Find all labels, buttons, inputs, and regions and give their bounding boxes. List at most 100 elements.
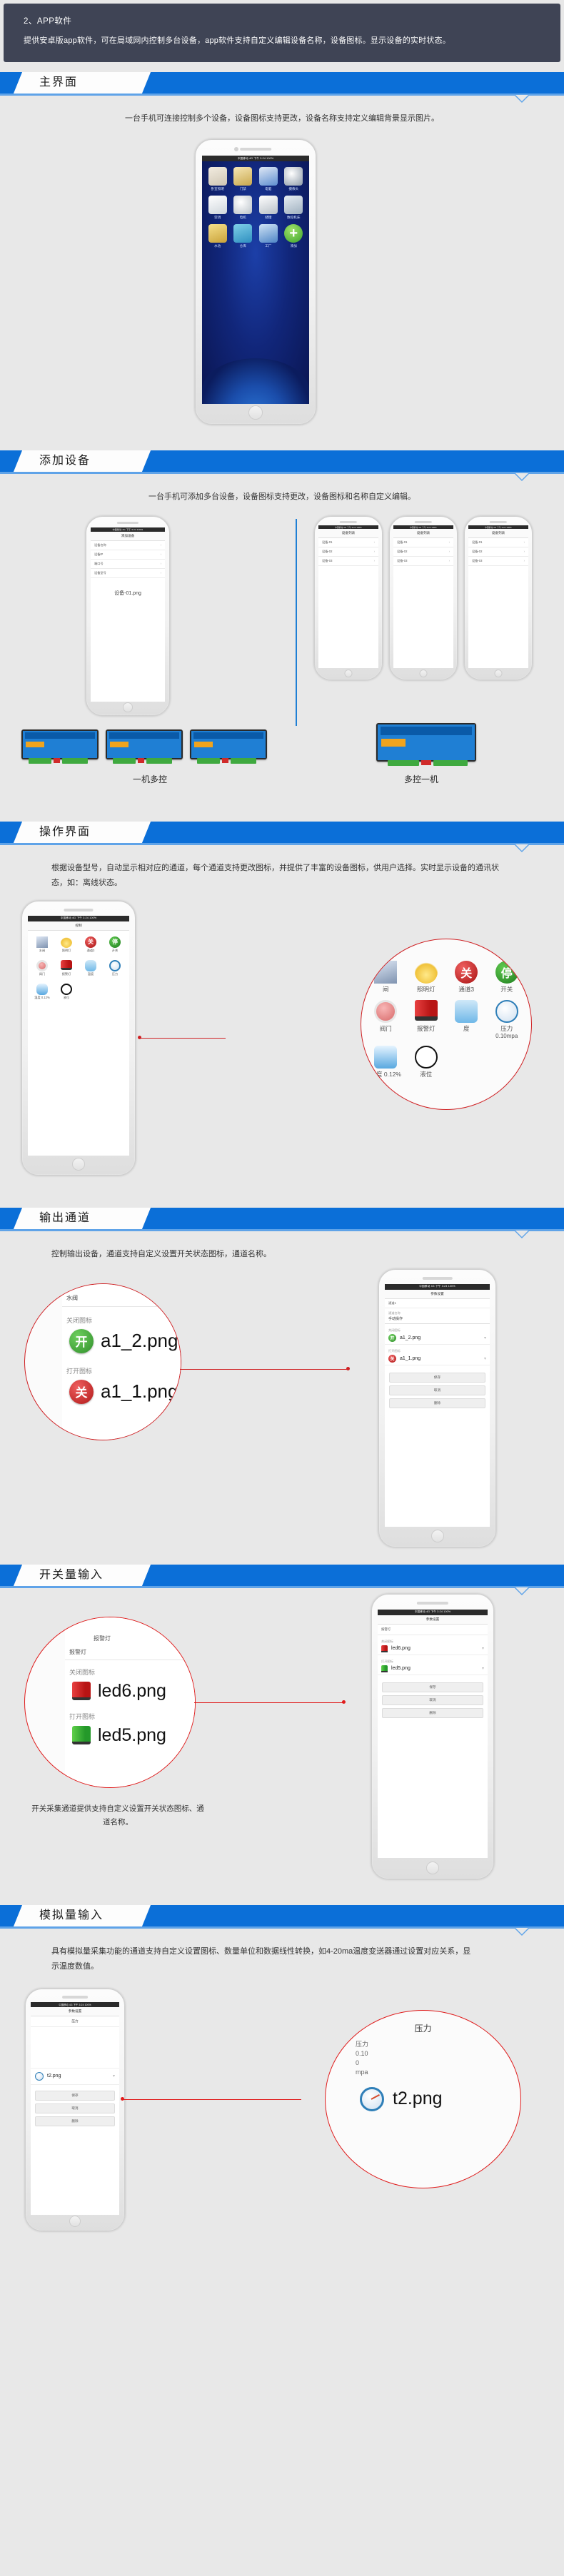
action-button[interactable]: 删除: [35, 2116, 115, 2126]
list-item[interactable]: 设备-02 ›: [318, 547, 378, 557]
form-row[interactable]: 设备型号 ›: [91, 569, 165, 579]
phone-home-button[interactable]: [494, 670, 503, 678]
section-description: 控制输出设备，通道支持自定义设置开关状态图标，通道名称。: [51, 1249, 271, 1258]
on-icon-row[interactable]: led5.png ▾: [378, 1665, 488, 1675]
channel-tile[interactable]: 报警灯: [54, 959, 79, 976]
phone-home-button[interactable]: [69, 2215, 81, 2227]
phone-home-button[interactable]: [430, 1529, 444, 1542]
app-tile[interactable]: 电脑: [256, 167, 281, 191]
app-tile[interactable]: 数控机床: [281, 196, 307, 220]
intro-banner: 2、APP软件 提供安卓版app软件，可在局域网内控制多台设备，app软件支持自…: [4, 4, 560, 63]
on-icon-filename: a1_1.png: [101, 1380, 178, 1403]
chevron-right-icon[interactable]: ›: [374, 540, 375, 545]
form-row[interactable]: 设备IP ›: [91, 550, 165, 560]
app-tile[interactable]: 空调: [205, 196, 231, 220]
chevron-right-icon[interactable]: ›: [374, 559, 375, 563]
bulb-icon: [61, 936, 72, 948]
channel-label: 阀门: [39, 971, 46, 976]
chevron-down-icon[interactable]: ▾: [484, 1356, 486, 1361]
add-device-figure: 中国移动 4G 下午 3:24 100% 添加设备 设备名称 › 设备IP › 端口号 ›…: [0, 512, 564, 812]
channel-name-input[interactable]: 手动操作: [385, 1316, 490, 1324]
phone-screen-device-list: 中国移动 4G 下午 3:24 100% 设备列表 设备-01 › 设备-02 › 设备-0…: [318, 525, 378, 669]
section-header-slash: [13, 72, 151, 94]
channel-tile[interactable]: 温度: [79, 959, 103, 976]
list-item[interactable]: 设备-03 ›: [318, 557, 378, 567]
app-tile[interactable]: 电机: [231, 196, 256, 220]
channel-label: 闸: [382, 985, 389, 993]
list-item[interactable]: 设备-01 ›: [318, 538, 378, 548]
phone-home-button[interactable]: [419, 670, 428, 678]
channel-tile[interactable]: 阀门: [30, 959, 54, 976]
action-button[interactable]: 删除: [389, 1398, 485, 1408]
off-icon-row[interactable]: 开 a1_2.png ▾: [385, 1333, 490, 1345]
app-tile[interactable]: 仓库: [231, 224, 256, 248]
channel-tile[interactable]: 停开关: [103, 936, 127, 953]
chevron-right-icon[interactable]: ›: [524, 550, 525, 554]
channel-tile[interactable]: 关通道3: [79, 936, 103, 953]
app-tile[interactable]: 摄像头: [281, 167, 307, 191]
section-rule: [0, 843, 564, 853]
chevron-right-icon[interactable]: ›: [449, 550, 450, 554]
list-item[interactable]: 设备-01 ›: [468, 538, 528, 548]
icon-row[interactable]: t2.png ▾: [31, 2069, 119, 2085]
app-tile[interactable]: 工厂: [256, 224, 281, 248]
list-item[interactable]: 设备-02 ›: [393, 547, 453, 557]
list-item[interactable]: 设备-03 ›: [468, 557, 528, 567]
screen-title: 控制: [28, 921, 129, 931]
app-tile-label: 数控机床: [287, 216, 301, 220]
channel-label: 通道3: [86, 948, 95, 952]
action-button-list: 保存 取消 删除: [385, 1365, 490, 1408]
action-button[interactable]: 保存: [382, 1682, 483, 1692]
action-button[interactable]: 保存: [35, 2090, 115, 2101]
chevron-down-icon[interactable]: ▾: [482, 1646, 484, 1651]
phone-speaker: [240, 148, 271, 151]
action-button[interactable]: 删除: [382, 1707, 483, 1718]
app-tile[interactable]: 水池: [205, 224, 231, 248]
phone-home-button[interactable]: [344, 670, 353, 678]
app-tile[interactable]: 卧室照明: [205, 167, 231, 191]
chip-label: [110, 742, 129, 748]
chevron-right-icon[interactable]: ›: [449, 540, 450, 545]
gate-icon: [374, 960, 398, 984]
list-item[interactable]: 设备-03 ›: [393, 557, 453, 567]
channel-label: 压力: [111, 971, 119, 976]
on-icon-row[interactable]: 关 a1_1.png ▾: [385, 1354, 490, 1365]
phone-home-button[interactable]: [248, 405, 263, 420]
phone-home-button[interactable]: [123, 702, 133, 713]
list-item[interactable]: 设备-01 ›: [393, 538, 453, 548]
channel-tile[interactable]: 液位: [54, 983, 79, 1000]
chevron-right-icon[interactable]: ›: [524, 540, 525, 545]
form-row-label: 设备IP: [94, 552, 104, 557]
app-tile[interactable]: 门禁: [231, 167, 256, 191]
chevron-right-icon[interactable]: ›: [449, 559, 450, 563]
chevron-down-icon[interactable]: ▾: [484, 1335, 486, 1340]
chevron-right-icon[interactable]: ›: [524, 559, 525, 563]
chevron-down-icon[interactable]: ▾: [482, 1666, 484, 1671]
app-tile[interactable]: + 添加: [281, 224, 307, 248]
chevron-right-icon[interactable]: ›: [374, 550, 375, 554]
channel-tile[interactable]: 压力: [103, 959, 127, 976]
status-bar: 中国移动 4G 下午 3:24 100%: [378, 1609, 488, 1615]
section-header-switch-input: 开关量输入: [0, 1564, 564, 1586]
list-item[interactable]: 设备-02 ›: [468, 547, 528, 557]
off-icon-row[interactable]: led6.png ▾: [378, 1645, 488, 1655]
app-tile-label: 电机: [239, 216, 246, 220]
chevron-down-icon[interactable]: ▾: [113, 2074, 115, 2079]
phone-screen-device-list: 中国移动 4G 下午 3:24 100% 设备列表 设备-01 › 设备-02 › 设备-0…: [393, 525, 453, 669]
phone-home-button[interactable]: [426, 1861, 439, 1874]
action-button[interactable]: 取消: [389, 1385, 485, 1395]
channel-tile[interactable]: 水阀: [30, 936, 54, 953]
magnified-channel-tile: 报警灯: [406, 999, 447, 1039]
phone-screen-device-list: 中国移动 4G 下午 3:24 100% 设备列表 设备-01 › 设备-02 › 设备-0…: [468, 525, 528, 669]
channel-tile[interactable]: 湿度 0.12%: [30, 983, 54, 1000]
form-row[interactable]: 端口号 ›: [91, 560, 165, 570]
action-button[interactable]: 保存: [389, 1372, 485, 1383]
close-red-button-icon: 关: [85, 936, 96, 948]
phone-home-button[interactable]: [72, 1157, 85, 1171]
form-row[interactable]: 设备名称 ›: [91, 541, 165, 551]
thermometer-icon: [455, 999, 478, 1023]
action-button[interactable]: 取消: [382, 1694, 483, 1705]
channel-tile[interactable]: 照明灯: [54, 936, 79, 953]
app-tile[interactable]: 储罐: [256, 196, 281, 220]
action-button[interactable]: 取消: [35, 2103, 115, 2113]
